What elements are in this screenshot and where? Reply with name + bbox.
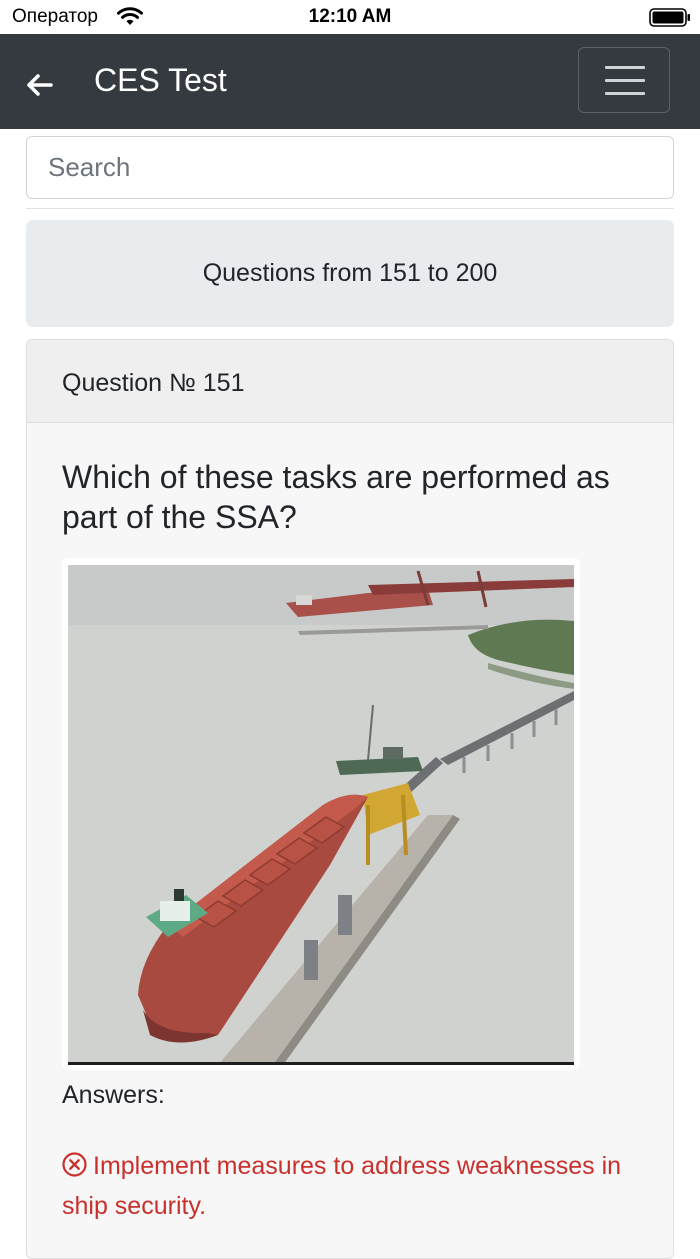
x-circle-icon bbox=[62, 1152, 87, 1177]
card-header: Question № 151 bbox=[27, 340, 673, 423]
question-text: Which of these tasks are performed as pa… bbox=[62, 459, 610, 535]
page-title: CES Test bbox=[94, 62, 227, 98]
question-card: Question № 151 Which of these tasks are … bbox=[26, 339, 674, 1259]
question-range-label: Questions from 151 to 200 bbox=[202, 259, 498, 287]
back-arrow-icon[interactable] bbox=[22, 68, 56, 102]
question-range-panel: Questions from 151 to 200 bbox=[26, 220, 674, 327]
divider bbox=[26, 208, 674, 209]
search-input[interactable] bbox=[26, 136, 674, 199]
status-bar: Оператор 12:10 AM bbox=[0, 0, 700, 34]
menu-toggle-button[interactable] bbox=[578, 47, 670, 113]
answers-label: Answers: bbox=[62, 1081, 165, 1109]
clock-label: 12:10 AM bbox=[308, 6, 392, 27]
question-number: Question № 151 bbox=[62, 369, 245, 397]
battery-icon bbox=[649, 8, 690, 27]
question-image-frame bbox=[62, 558, 580, 1070]
question-image bbox=[68, 565, 574, 1065]
top-navbar: CES Test bbox=[0, 34, 700, 129]
answer-item-incorrect: Implement measures to address weaknesses… bbox=[62, 1146, 652, 1226]
answer-text: Implement measures to address weaknesses… bbox=[62, 1152, 622, 1220]
